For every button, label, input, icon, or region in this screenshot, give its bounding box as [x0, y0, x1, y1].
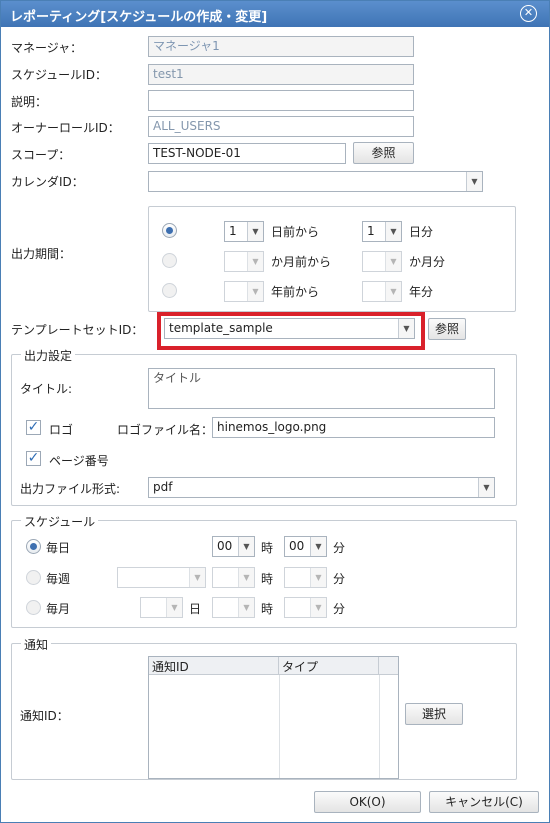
schedule-monthly-radio[interactable]: [26, 600, 41, 615]
monthly-minute-unit: 分: [333, 602, 346, 616]
period-years-from-select[interactable]: ▼: [224, 281, 264, 302]
chevron-down-icon: ▼: [247, 252, 263, 271]
chevron-down-icon: ▼: [310, 598, 326, 617]
chevron-down-icon: ▼: [310, 568, 326, 587]
chevron-down-icon: ▼: [247, 282, 263, 301]
schedule-daily-label: 毎日: [46, 541, 71, 555]
monthly-hour-unit: 時: [261, 602, 274, 616]
output-settings-legend: 出力設定: [21, 347, 76, 364]
chevron-down-icon: ▼: [385, 252, 401, 271]
logo-label: ロゴ: [49, 423, 74, 437]
daily-hour-unit: 時: [261, 541, 274, 555]
monthly-day-select[interactable]: ▼: [140, 597, 183, 618]
chevron-down-icon[interactable]: ▼: [478, 478, 494, 497]
chevron-down-icon: ▼: [385, 282, 401, 301]
schedule-dialog: レポーティング[スケジュールの作成・変更] ✕ マネージャ： マネージャ1 スケ…: [0, 0, 550, 823]
weekly-minute-unit: 分: [333, 572, 346, 586]
output-format-select[interactable]: pdf ▼: [148, 477, 495, 498]
daily-minute-unit: 分: [333, 541, 346, 555]
period-years-radio[interactable]: [162, 283, 177, 298]
schedule-id-label: スケジュールID：: [11, 68, 107, 82]
period-months-count-select[interactable]: ▼: [362, 251, 402, 272]
cancel-button[interactable]: キャンセル(C): [429, 791, 539, 813]
period-days-radio[interactable]: [162, 223, 177, 238]
template-highlight-box: [157, 312, 425, 350]
column-header-spacer: [379, 657, 398, 675]
chevron-down-icon: ▼: [238, 568, 254, 587]
owner-role-field[interactable]: ALL_USERS: [148, 116, 414, 137]
ok-button[interactable]: OK(O): [314, 791, 421, 813]
chevron-down-icon[interactable]: ▼: [385, 222, 401, 241]
weekly-hour-select[interactable]: ▼: [212, 567, 255, 588]
period-days-count-text: 日分: [409, 225, 434, 239]
period-months-count-text: か月分: [409, 255, 446, 269]
period-label: 出力期間：: [11, 247, 72, 261]
notify-legend: 通知: [21, 636, 52, 653]
period-days-from-text: 日前から: [271, 225, 320, 239]
daily-minute-select[interactable]: 00 ▼: [284, 536, 327, 557]
period-years-count-select[interactable]: ▼: [362, 281, 402, 302]
notify-id-label: 通知ID：: [20, 709, 69, 723]
scope-label: スコープ：: [11, 148, 71, 162]
window-title: レポーティング[スケジュールの作成・変更]: [10, 10, 268, 25]
weekly-day-select[interactable]: ▼: [117, 567, 206, 588]
notify-table[interactable]: 通知ID タイプ: [148, 656, 399, 779]
schedule-weekly-radio[interactable]: [26, 570, 41, 585]
calendar-label: カレンダID：: [11, 175, 84, 189]
description-label: 説明：: [11, 95, 48, 109]
output-title-input[interactable]: タイトル: [148, 368, 495, 409]
column-header-type[interactable]: タイプ: [279, 657, 379, 675]
period-months-radio[interactable]: [162, 253, 177, 268]
output-title-label: タイトル:: [20, 382, 73, 396]
column-divider: [279, 675, 280, 778]
column-header-notify-id[interactable]: 通知ID: [149, 657, 279, 675]
chevron-down-icon: ▼: [238, 598, 254, 617]
period-days-from-select[interactable]: 1 ▼: [224, 221, 264, 242]
template-browse-button[interactable]: 参照: [428, 318, 466, 340]
title-bar[interactable]: レポーティング[スケジュールの作成・変更] ✕: [1, 1, 549, 27]
chevron-down-icon: ▼: [189, 568, 205, 587]
schedule-daily-radio[interactable]: [26, 539, 41, 554]
chevron-down-icon[interactable]: ▼: [310, 537, 326, 556]
close-icon[interactable]: ✕: [520, 5, 537, 22]
chevron-down-icon[interactable]: ▼: [247, 222, 263, 241]
chevron-down-icon[interactable]: ▼: [466, 172, 482, 191]
page-number-label: ページ番号: [49, 454, 109, 468]
output-format-label: 出力ファイル形式:: [20, 482, 121, 496]
notify-select-button[interactable]: 選択: [405, 703, 463, 725]
logo-file-input[interactable]: hinemos_logo.png: [212, 417, 495, 438]
weekly-minute-select[interactable]: ▼: [284, 567, 327, 588]
calendar-select[interactable]: ▼: [148, 171, 483, 192]
template-label: テンプレートセットID：: [11, 323, 144, 337]
period-months-from-text: か月前から: [271, 255, 332, 269]
schedule-monthly-label: 毎月: [46, 602, 71, 616]
monthly-minute-select[interactable]: ▼: [284, 597, 327, 618]
schedule-id-field: test1: [148, 64, 414, 85]
logo-checkbox[interactable]: ✓: [26, 420, 41, 435]
logo-file-label: ロゴファイル名：: [117, 423, 214, 437]
chevron-down-icon: ▼: [166, 598, 182, 617]
monthly-hour-select[interactable]: ▼: [212, 597, 255, 618]
scope-browse-button[interactable]: 参照: [353, 142, 414, 164]
scope-field: TEST-NODE-01: [148, 143, 346, 164]
period-days-count-select[interactable]: 1 ▼: [362, 221, 402, 242]
description-input[interactable]: [148, 90, 414, 111]
manager-label: マネージャ：: [11, 41, 83, 55]
weekly-hour-unit: 時: [261, 572, 274, 586]
period-months-from-select[interactable]: ▼: [224, 251, 264, 272]
chevron-down-icon[interactable]: ▼: [238, 537, 254, 556]
page-number-checkbox[interactable]: ✓: [26, 451, 41, 466]
schedule-legend: スケジュール: [21, 513, 99, 530]
owner-role-label: オーナーロールID：: [11, 121, 120, 135]
manager-field: マネージャ1: [148, 36, 414, 57]
period-years-count-text: 年分: [409, 285, 434, 299]
period-years-from-text: 年前から: [271, 285, 320, 299]
period-group: [148, 206, 516, 312]
output-format-value: pdf: [153, 480, 173, 494]
daily-hour-select[interactable]: 00 ▼: [212, 536, 255, 557]
schedule-weekly-label: 毎週: [46, 572, 71, 586]
monthly-day-unit: 日: [189, 602, 202, 616]
column-divider: [379, 675, 380, 778]
